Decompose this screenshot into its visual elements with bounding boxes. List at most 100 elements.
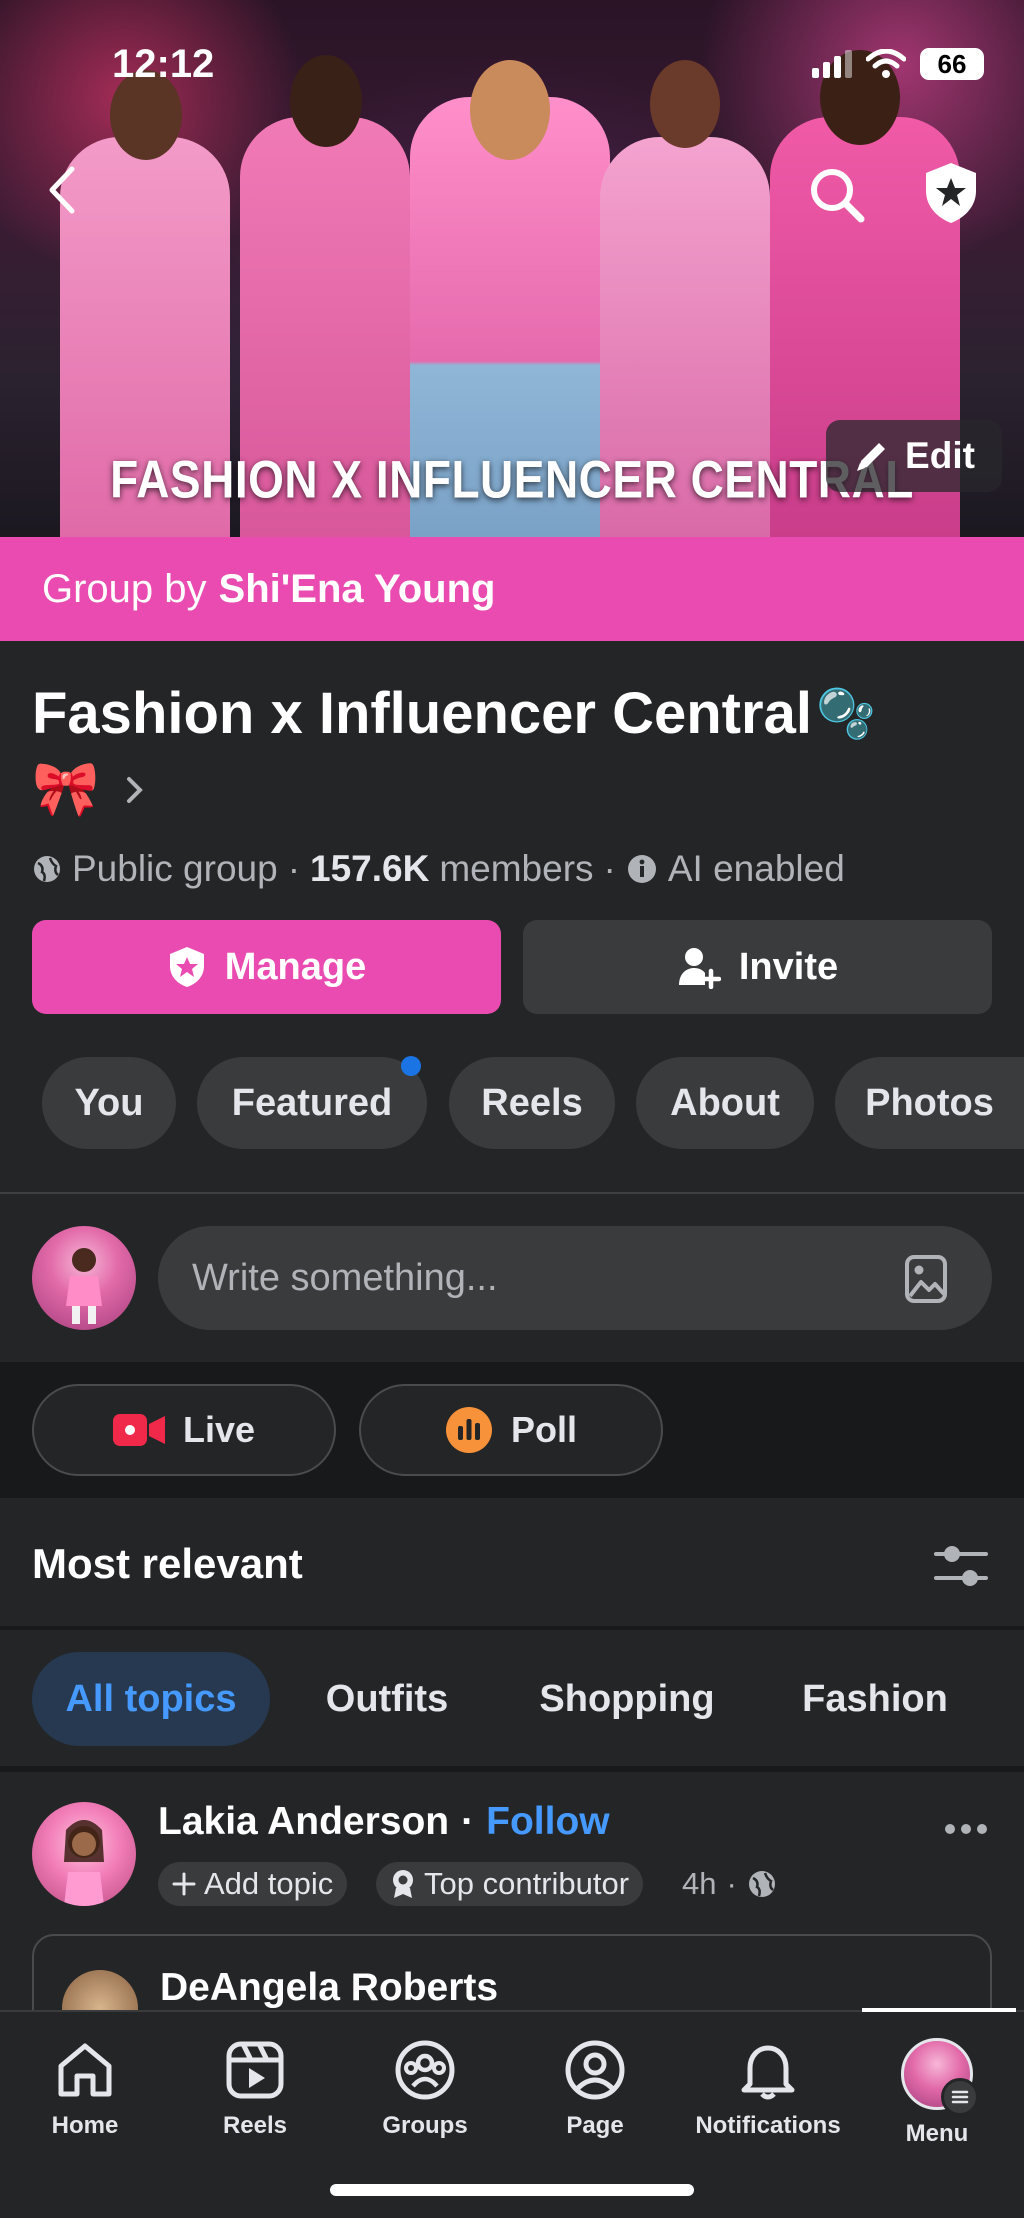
status-time: 12:12 bbox=[112, 42, 215, 86]
bell-icon bbox=[741, 2045, 795, 2100]
follow-link[interactable]: Follow bbox=[486, 1800, 609, 1844]
live-button[interactable]: Live bbox=[32, 1384, 336, 1476]
post-author-name[interactable]: Lakia Anderson bbox=[158, 1800, 449, 1844]
nav-notifications[interactable]: Notifications bbox=[683, 2038, 853, 2140]
wifi-icon bbox=[866, 49, 906, 78]
nav-menu-label: Menu bbox=[905, 2120, 969, 2147]
home-icon bbox=[58, 2043, 112, 2097]
group-name[interactable]: Fashion x Influencer Central 🫧 bbox=[32, 680, 876, 747]
topic-shopping[interactable]: Shopping bbox=[520, 1652, 734, 1746]
members-label: members bbox=[439, 848, 594, 889]
group-name-text: Fashion x Influencer Central bbox=[32, 681, 812, 746]
invite-button[interactable]: Invite bbox=[523, 920, 992, 1014]
nav-menu[interactable]: Menu bbox=[852, 2038, 1022, 2148]
bubbles-emoji: 🫧 bbox=[815, 688, 876, 741]
write-something-input[interactable]: Write something... bbox=[158, 1226, 992, 1330]
banner-prefix: Group by bbox=[42, 566, 207, 611]
chevron-right-icon bbox=[127, 776, 144, 803]
battery-indicator: 66 bbox=[920, 48, 984, 80]
plus-icon bbox=[172, 1872, 196, 1896]
globe-icon bbox=[748, 1871, 775, 1897]
post-header: Lakia Anderson · Follow bbox=[158, 1800, 610, 1844]
active-tab-indicator bbox=[862, 2008, 1016, 2012]
cover-photo[interactable]: FASHION X INFLUENCER CENTRAL 12:12 66 Ed… bbox=[0, 0, 1024, 537]
more-options-icon[interactable] bbox=[944, 1822, 988, 1836]
manage-button[interactable]: Manage bbox=[32, 920, 501, 1014]
badge-icon bbox=[393, 1870, 413, 1898]
bow-emoji: 🎀 bbox=[32, 759, 100, 819]
profile-icon bbox=[565, 2040, 625, 2100]
pencil-icon bbox=[857, 443, 886, 471]
composer-placeholder: Write something... bbox=[192, 1256, 498, 1299]
post-time: 4h bbox=[682, 1866, 717, 1901]
tab-photos[interactable]: Photos bbox=[835, 1057, 1024, 1149]
reels-icon bbox=[226, 2041, 284, 2099]
nav-reels[interactable]: Reels bbox=[170, 2038, 340, 2140]
home-indicator bbox=[330, 2184, 694, 2196]
poll-label: Poll bbox=[510, 1409, 577, 1450]
admin-shield-icon[interactable] bbox=[918, 158, 984, 228]
tab-reels[interactable]: Reels bbox=[449, 1057, 615, 1149]
privacy-label: Public group bbox=[72, 848, 278, 889]
invite-label: Invite bbox=[738, 945, 839, 988]
menu-avatar bbox=[901, 2038, 979, 2116]
edit-label: Edit bbox=[905, 435, 975, 476]
status-icons: 66 bbox=[812, 48, 984, 80]
group-meta: Public group · 157.6K members · AI enabl… bbox=[32, 848, 845, 890]
nav-notifications-label: Notifications bbox=[695, 2112, 841, 2139]
add-topic-chip[interactable]: Add topic bbox=[158, 1862, 348, 1906]
live-video-icon bbox=[112, 1414, 165, 1446]
top-contributor-badge[interactable]: Top contributor bbox=[376, 1862, 644, 1906]
tab-you[interactable]: You bbox=[42, 1057, 176, 1149]
group-by-banner[interactable]: Group by Shi'Ena Young bbox=[0, 537, 1024, 641]
tab-about[interactable]: About bbox=[636, 1057, 814, 1149]
banner-owner[interactable]: Shi'Ena Young bbox=[219, 567, 496, 612]
post-author-avatar[interactable] bbox=[32, 1802, 136, 1906]
post-timestamp: 4h · bbox=[682, 1862, 777, 1906]
add-person-icon bbox=[678, 948, 721, 989]
shared-author-name[interactable]: DeAngela Roberts bbox=[160, 1966, 498, 2010]
divider bbox=[0, 1626, 1024, 1630]
ai-enabled-label: AI enabled bbox=[667, 848, 845, 889]
manage-label: Manage bbox=[224, 945, 367, 988]
post-separator: · bbox=[461, 1800, 475, 1843]
divider bbox=[0, 1192, 1024, 1194]
info-icon[interactable] bbox=[626, 853, 658, 885]
photo-icon[interactable] bbox=[904, 1254, 948, 1304]
topic-all[interactable]: All topics bbox=[32, 1652, 270, 1746]
divider bbox=[0, 1766, 1024, 1772]
user-avatar[interactable] bbox=[32, 1226, 136, 1330]
edit-cover-button[interactable]: Edit bbox=[826, 420, 1002, 492]
group-name-continuation[interactable]: 🎀 bbox=[32, 758, 145, 821]
add-topic-label: Add topic bbox=[204, 1866, 334, 1901]
nav-groups[interactable]: Groups bbox=[340, 2038, 510, 2140]
post-time-separator: · bbox=[726, 1866, 737, 1901]
search-icon[interactable] bbox=[802, 160, 872, 230]
members-count: 157.6K bbox=[310, 848, 430, 889]
live-label: Live bbox=[182, 1409, 256, 1450]
cover-figure-head bbox=[290, 55, 362, 147]
cellular-signal-icon bbox=[812, 50, 852, 78]
filter-sliders-icon[interactable] bbox=[934, 1542, 988, 1590]
back-chevron-icon[interactable] bbox=[36, 160, 86, 220]
globe-icon bbox=[34, 856, 60, 882]
nav-groups-label: Groups bbox=[382, 2112, 468, 2139]
topic-outfits[interactable]: Outfits bbox=[296, 1652, 478, 1746]
sort-label[interactable]: Most relevant bbox=[32, 1540, 303, 1588]
tab-featured[interactable]: Featured bbox=[197, 1057, 427, 1149]
topic-fashion[interactable]: Fashion bbox=[786, 1652, 964, 1746]
nav-home-label: Home bbox=[51, 2112, 119, 2139]
shield-star-icon bbox=[169, 947, 204, 987]
poll-icon bbox=[445, 1407, 492, 1453]
top-contributor-label: Top contributor bbox=[424, 1866, 630, 1901]
featured-new-dot bbox=[401, 1056, 421, 1076]
cover-figure-head bbox=[470, 60, 550, 160]
poll-button[interactable]: Poll bbox=[359, 1384, 663, 1476]
cover-figure-head bbox=[650, 60, 720, 148]
nav-page[interactable]: Page bbox=[510, 2038, 680, 2140]
nav-reels-label: Reels bbox=[222, 2112, 288, 2139]
groups-icon bbox=[395, 2040, 455, 2100]
menu-lines-icon bbox=[941, 2078, 979, 2116]
nav-home[interactable]: Home bbox=[0, 2038, 170, 2140]
nav-page-label: Page bbox=[566, 2112, 624, 2139]
